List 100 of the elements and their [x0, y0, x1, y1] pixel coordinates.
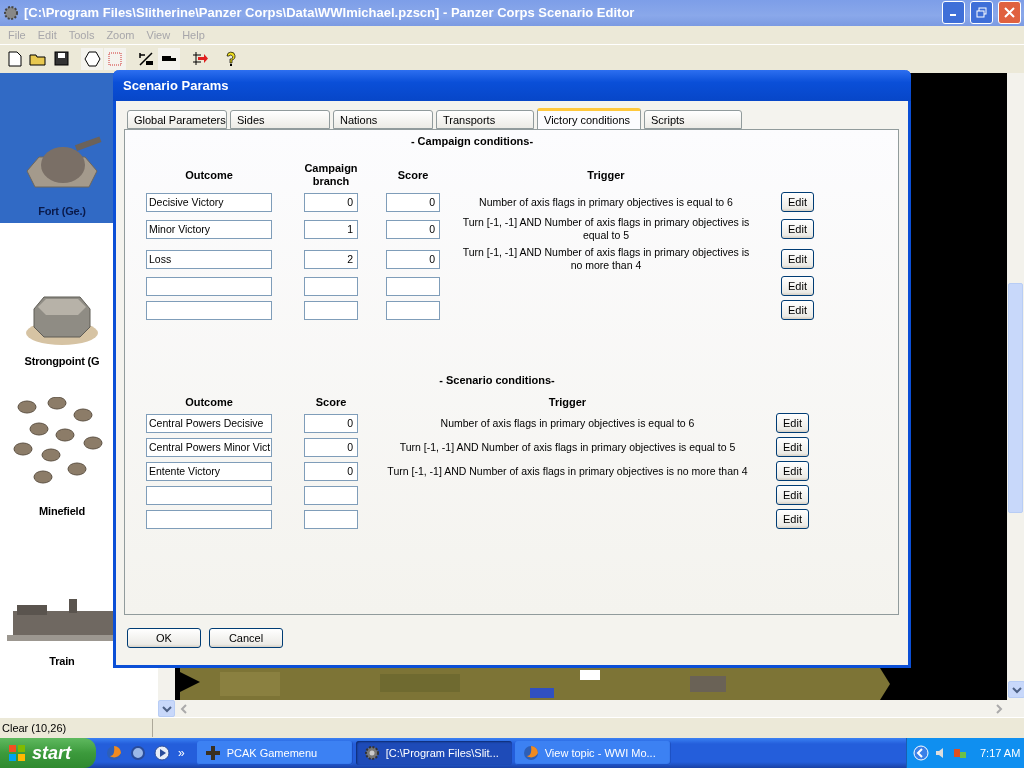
palette-label: Fort (Ge.) [38, 204, 86, 217]
column-header: Outcome [185, 168, 233, 182]
input-field[interactable] [386, 276, 440, 296]
section-heading: - Scenario conditions- [439, 374, 555, 386]
input-field[interactable]: 0 [386, 192, 440, 212]
toolbar-button[interactable] [158, 47, 180, 70]
input-field[interactable]: Decisive Victory [146, 192, 272, 212]
cross-icon [204, 745, 221, 761]
truck-icon [162, 54, 176, 63]
taskbar-button[interactable]: View topic - WWI Mo... [514, 741, 671, 765]
arrows-icon [192, 51, 208, 67]
tab[interactable]: Transports [436, 110, 534, 129]
column-header: Score [397, 168, 429, 182]
tab[interactable]: Nations [333, 110, 433, 129]
play-icon[interactable] [154, 745, 170, 761]
input-field[interactable]: Loss [146, 249, 272, 269]
input-field[interactable]: Entente Victory [146, 461, 272, 481]
scroll-down-button[interactable] [1008, 681, 1024, 699]
edit-button[interactable]: Edit [781, 249, 814, 269]
column-header: Campaign branch [304, 162, 358, 188]
input-field[interactable] [304, 276, 358, 296]
trigger-text: Turn [-1, -1] AND Number of axis flags in primary objectives is equal to 5 [461, 216, 751, 242]
status-text: Clear (10,26) [0, 719, 153, 737]
more-button[interactable]: » [178, 746, 185, 760]
column-header: Trigger [587, 168, 625, 182]
close-button[interactable] [998, 1, 1021, 25]
trigger-text: Turn [-1, -1] AND Number of axis flags in primary objectives is no more than 4 [386, 464, 749, 478]
ok-button[interactable]: OK [127, 628, 201, 648]
gear-icon [363, 745, 380, 761]
input-field[interactable]: Central Powers Minor Vict [146, 437, 272, 457]
edit-button[interactable]: Edit [776, 413, 809, 433]
restore-button[interactable] [970, 1, 993, 25]
cancel-button[interactable]: Cancel [209, 628, 283, 648]
palette-label: Minefield [39, 504, 85, 517]
tab[interactable]: Victory conditions [537, 108, 641, 129]
globe-icon[interactable] [106, 745, 122, 761]
column-header: Trigger [548, 396, 587, 409]
input-field[interactable] [146, 276, 272, 296]
toolbar-button[interactable] [81, 47, 103, 70]
taskbar-button[interactable]: [C:\Program Files\Slit... [355, 741, 512, 765]
input-field[interactable] [146, 485, 272, 505]
folder-icon [29, 51, 47, 66]
edit-button[interactable]: Edit [781, 192, 814, 212]
input-field[interactable]: Minor Victory [146, 219, 272, 239]
edit-button[interactable]: Edit [781, 300, 814, 320]
trigger-text: Number of axis flags in primary objectives is equal to 6 [478, 195, 734, 209]
input-field[interactable]: 1 [304, 219, 358, 239]
scroll-thumb[interactable] [1008, 282, 1023, 513]
input-field[interactable] [146, 509, 272, 529]
input-field[interactable] [304, 509, 358, 529]
column-header: Outcome [185, 396, 233, 409]
palette-label: Train [49, 654, 75, 667]
dialog-title: Scenario Params [113, 70, 911, 101]
minimize-button[interactable] [942, 1, 965, 25]
network-icon[interactable] [953, 746, 967, 760]
edit-button[interactable]: Edit [776, 509, 809, 529]
edit-button[interactable]: Edit [781, 276, 814, 296]
edit-button[interactable]: Edit [776, 461, 809, 481]
scrollbar[interactable] [1007, 72, 1024, 701]
edit-button[interactable]: Edit [781, 219, 814, 239]
save-icon [53, 51, 69, 67]
input-field[interactable]: 0 [386, 249, 440, 269]
new-file-icon [8, 50, 22, 67]
globe-icon [522, 745, 539, 761]
hexagon-icon [83, 50, 101, 67]
restore-icon [976, 7, 987, 19]
taskbar-button[interactable]: PCAK Gamemenu [196, 741, 353, 765]
edit-button[interactable]: Edit [776, 485, 809, 505]
input-field[interactable]: 0 [304, 461, 358, 481]
tab[interactable]: Sides [230, 110, 330, 129]
input-field[interactable]: 0 [304, 413, 358, 433]
trigger-text: Turn [-1, -1] AND Number of axis flags in primary objectives is equal to 5 [398, 440, 737, 454]
input-field[interactable]: 0 [304, 437, 358, 457]
scrollbar[interactable] [175, 700, 1024, 718]
input-field[interactable]: 0 [304, 192, 358, 212]
trigger-text: Turn [-1, -1] AND Number of axis flags in primary objectives is no more than 4 [461, 246, 751, 272]
column-header: Score [315, 396, 347, 409]
clock: 7:17 AM [980, 747, 1021, 759]
start-button[interactable]: start [0, 738, 96, 768]
input-field[interactable] [386, 300, 440, 320]
gear-icon [3, 4, 19, 21]
gear-icon[interactable] [130, 745, 146, 761]
help-icon [225, 50, 237, 67]
edit-button[interactable]: Edit [776, 437, 809, 457]
unit-icon [138, 51, 154, 67]
windows-logo-icon [8, 744, 26, 762]
input-field[interactable] [146, 300, 272, 320]
input-field[interactable] [304, 300, 358, 320]
window-title: [C:\Program Files\Slitherine\Panzer Corps\Data\WWImichael.pzscn] - Panzer Corps Scenario Editor [24, 5, 636, 21]
trigger-text: Number of axis flags in primary objectives is equal to 6 [439, 416, 696, 430]
scroll-down-button[interactable] [158, 700, 175, 718]
tab[interactable]: Scripts [644, 110, 742, 129]
tab[interactable]: Global Parameters [127, 110, 227, 129]
input-field[interactable]: Central Powers Decisive [146, 413, 272, 433]
input-field[interactable]: 2 [304, 249, 358, 269]
arrow-left-icon[interactable] [913, 745, 929, 761]
selection-icon [108, 51, 122, 66]
input-field[interactable] [304, 485, 358, 505]
palette-label: Strongpoint (G [24, 354, 100, 367]
input-field[interactable]: 0 [386, 219, 440, 239]
